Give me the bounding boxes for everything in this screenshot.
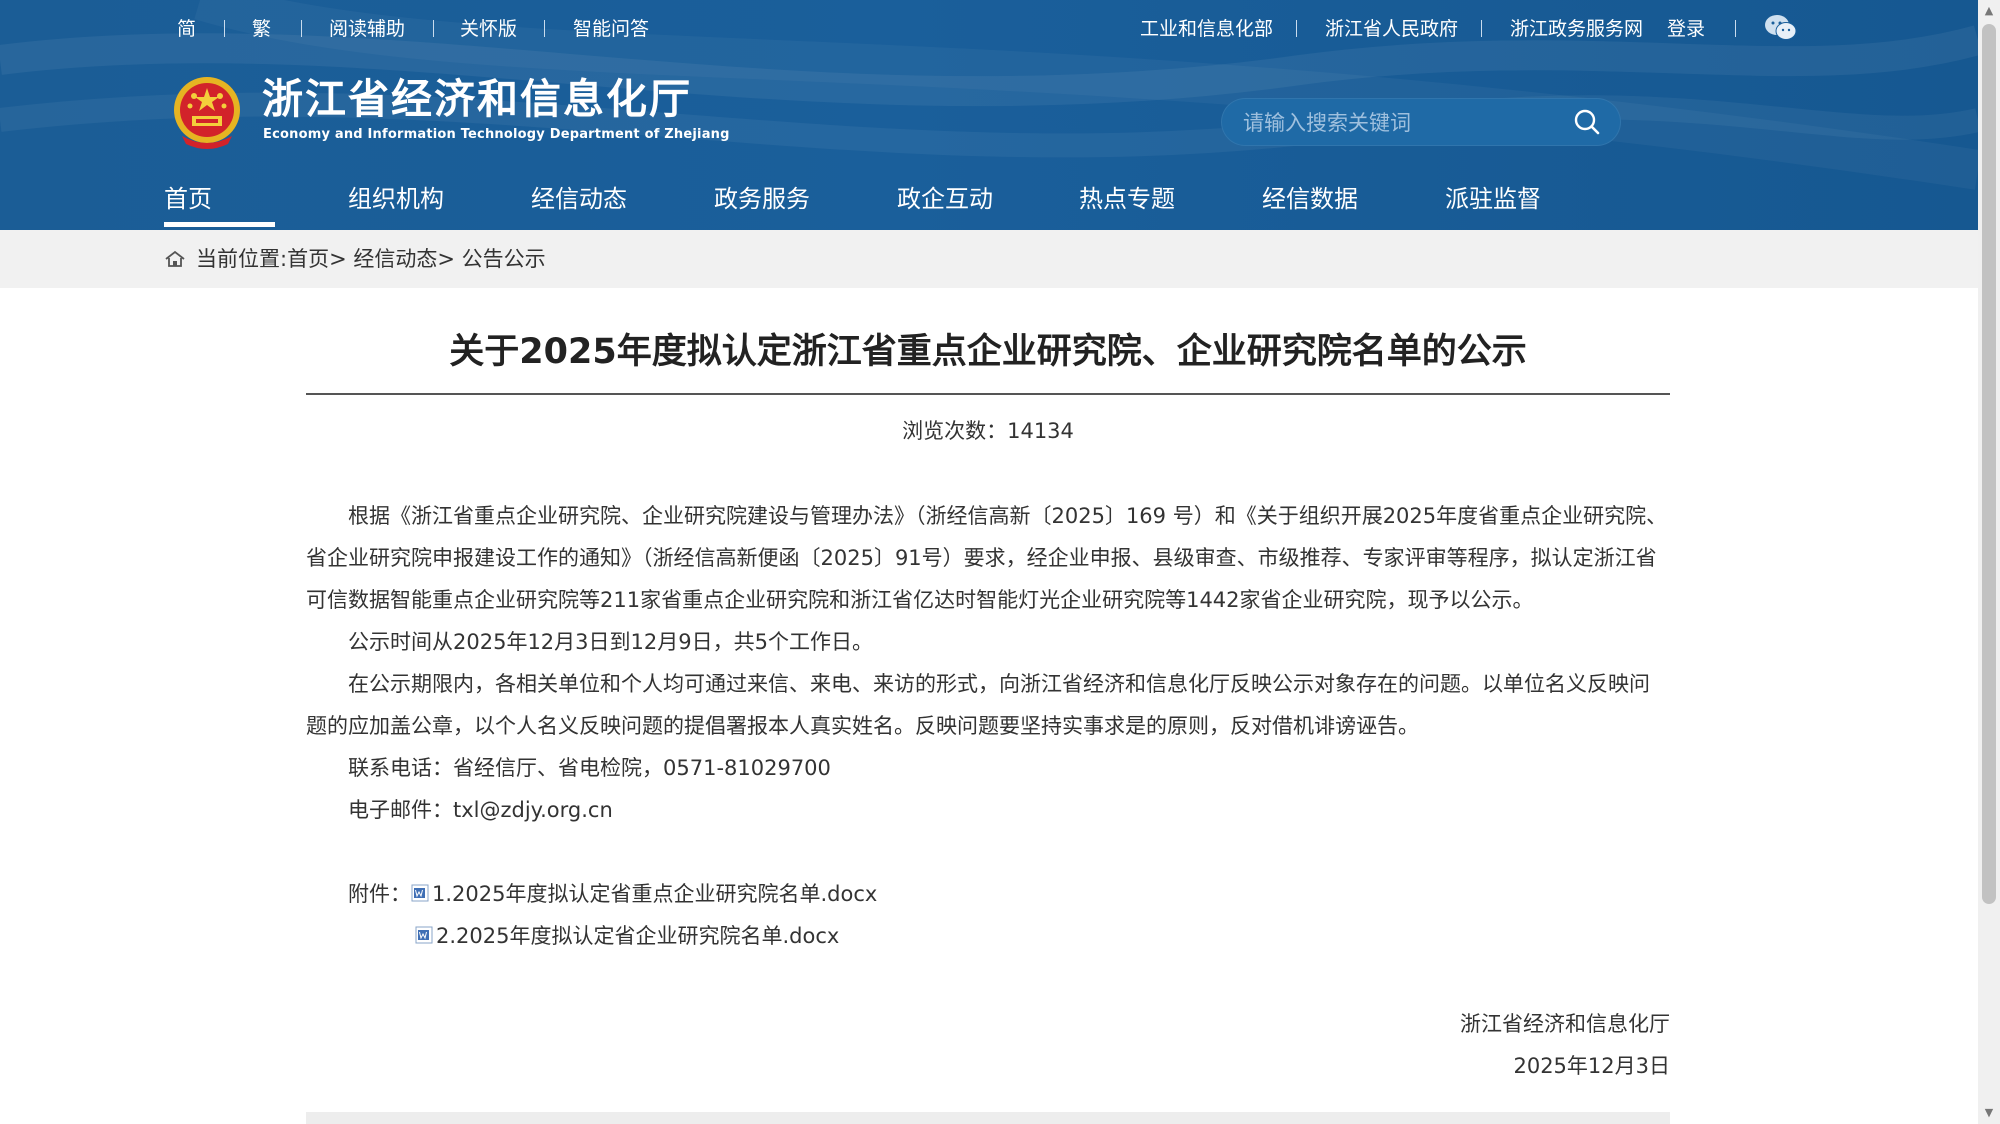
reading-assist-link[interactable]: 阅读辅助 — [329, 14, 405, 44]
attachments-label: 附件： — [348, 882, 411, 906]
smart-qa-link[interactable]: 智能问答 — [573, 14, 649, 44]
zhejiang-service-link[interactable]: 浙江政务服务网 — [1510, 14, 1643, 44]
national-emblem-icon[interactable] — [172, 74, 242, 150]
search-icon[interactable] — [1573, 108, 1601, 136]
view-count-text: 浏览次数：14134 — [902, 419, 1074, 443]
nav-active-indicator — [164, 222, 275, 227]
zhejiang-gov-link[interactable]: 浙江省人民政府 — [1325, 14, 1458, 44]
attachment-link[interactable]: 2.2025年度拟认定省企业研究院名单.docx — [414, 918, 839, 954]
contact-email: 电子邮件：txl@zdjy.org.cn — [348, 798, 613, 822]
divider — [301, 20, 302, 37]
divider — [544, 20, 545, 37]
elderly-care-version-link[interactable]: 关怀版 — [460, 14, 517, 44]
article-title: 关于2025年度拟认定浙江省重点企业研究院、企业研究院名单的公示 — [449, 332, 1527, 372]
divider — [433, 20, 434, 37]
signature-org: 浙江省经济和信息化厅 — [1460, 1012, 1670, 1036]
divider — [1481, 20, 1482, 37]
article-paragraph: 在公示期限内，各相关单位和个人均可通过来信、来电、来访的形式，向浙江省经济和信息… — [306, 672, 1650, 738]
attachment-name: 1.2025年度拟认定省重点企业研究院名单.docx — [432, 882, 878, 906]
simplified-chinese-link[interactable]: 简 — [177, 14, 196, 44]
main-nav: 首页 组织机构 经信动态 政务服务 政企互动 热点专题 经信数据 派驻监督 — [0, 176, 1978, 230]
attachment-link[interactable]: 1.2025年度拟认定省重点企业研究院名单.docx — [410, 876, 877, 912]
nav-item-organization[interactable]: 组织机构 — [348, 184, 444, 214]
contact-phone: 联系电话：省经信厅、省电检院，0571-81029700 — [348, 756, 831, 780]
search-input[interactable] — [1241, 106, 1565, 140]
nav-item-news[interactable]: 经信动态 — [531, 184, 627, 214]
footer-divider — [306, 1112, 1670, 1124]
page-scrollbar[interactable]: ▲ ▼ — [1978, 0, 2000, 1124]
article-paragraph: 公示时间从2025年12月3日到12月9日，共5个工作日。 — [348, 630, 873, 654]
nav-item-supervision[interactable]: 派驻监督 — [1445, 184, 1541, 214]
title-divider — [306, 393, 1670, 395]
nav-item-interaction[interactable]: 政企互动 — [897, 184, 993, 214]
breadcrumb: 当前位置:首页> 经信动态> 公告公示 — [0, 230, 1978, 288]
search-box — [1221, 98, 1621, 146]
view-count: 浏览次数：14134 — [306, 416, 1670, 446]
docx-file-icon — [415, 926, 433, 944]
traditional-chinese-link[interactable]: 繁 — [252, 14, 271, 44]
site-title[interactable]: 浙江省经济和信息化厅 — [262, 74, 692, 124]
signature-date: 2025年12月3日 — [1513, 1054, 1670, 1078]
nav-item-hot-topics[interactable]: 热点专题 — [1079, 184, 1175, 214]
nav-item-gov-services[interactable]: 政务服务 — [714, 184, 810, 214]
scroll-down-arrow-icon[interactable]: ▼ — [1978, 1102, 2000, 1124]
nav-item-data[interactable]: 经信数据 — [1262, 184, 1358, 214]
divider — [224, 20, 225, 37]
top-utility-bar: 简 繁 阅读辅助 关怀版 智能问答 工业和信息化部 浙江省人民政府 浙江政务服务… — [0, 14, 1978, 44]
divider — [1735, 20, 1736, 37]
miit-link[interactable]: 工业和信息化部 — [1140, 14, 1273, 44]
scrollbar-thumb[interactable] — [1982, 24, 1996, 904]
home-icon — [165, 250, 185, 267]
article-paragraph: 根据《浙江省重点企业研究院、企业研究院建设与管理办法》（浙经信高新〔2025〕1… — [306, 504, 1668, 612]
breadcrumb-text[interactable]: 当前位置:首页> 经信动态> 公告公示 — [196, 244, 546, 274]
scroll-up-arrow-icon[interactable]: ▲ — [1978, 0, 2000, 22]
login-link[interactable]: 登录 — [1667, 14, 1705, 44]
wechat-icon[interactable] — [1764, 14, 1798, 46]
docx-file-icon — [411, 884, 429, 902]
attachment-name: 2.2025年度拟认定省企业研究院名单.docx — [436, 924, 840, 948]
site-title-english: Economy and Information Technology Depar… — [263, 127, 730, 142]
site-header: 简 繁 阅读辅助 关怀版 智能问答 工业和信息化部 浙江省人民政府 浙江政务服务… — [0, 0, 1978, 230]
divider — [1296, 20, 1297, 37]
nav-item-home[interactable]: 首页 — [164, 184, 212, 214]
